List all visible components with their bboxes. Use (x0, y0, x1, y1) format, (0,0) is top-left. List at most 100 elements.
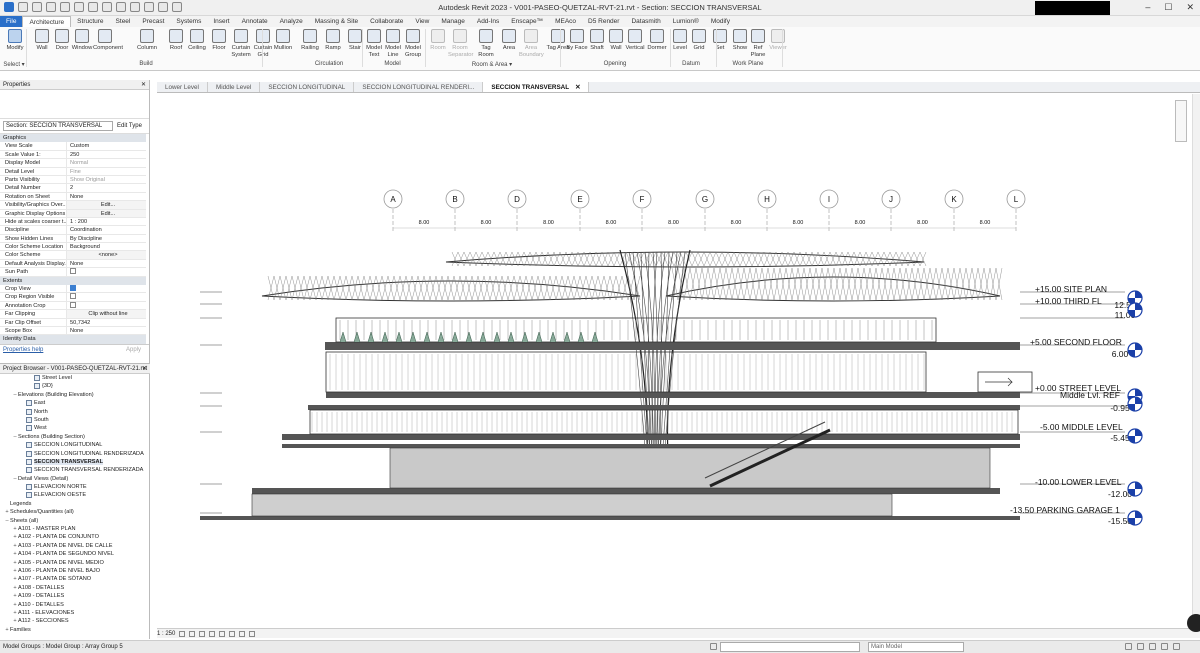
checkbox[interactable] (70, 285, 76, 292)
ribbon-button[interactable]: Curtain System (229, 29, 253, 58)
assistant-button[interactable] (1187, 614, 1200, 632)
ribbon-tab[interactable]: Enscape™ (505, 16, 549, 27)
ribbon-tab[interactable]: Collaborate (364, 16, 409, 27)
property-group[interactable]: Graphics (0, 134, 146, 143)
edit-type-button[interactable]: Edit Type (117, 123, 142, 129)
property-value[interactable]: None (66, 326, 146, 335)
property-value[interactable]: None (66, 259, 146, 268)
property-group[interactable]: Identity Data (0, 335, 146, 344)
property-value[interactable]: Fine (66, 167, 146, 175)
ribbon-button[interactable]: Modify (3, 29, 27, 52)
ribbon-button[interactable]: Area (497, 29, 521, 52)
tree-item[interactable]: SECCION TRANSVERSAL (0, 458, 150, 466)
tree-item[interactable]: South (0, 416, 150, 424)
shadows-icon[interactable] (209, 630, 216, 637)
tree-item[interactable]: Street Level (0, 374, 150, 382)
ribbon-tab[interactable]: Modify (705, 16, 736, 27)
property-value[interactable]: Show Original (66, 175, 146, 184)
property-value[interactable]: 250 (66, 150, 146, 159)
ribbon-tab[interactable]: Manage (435, 16, 471, 27)
ribbon-button[interactable]: Component (93, 29, 123, 52)
ribbon-button[interactable]: Vertical (623, 29, 647, 52)
ribbon-button[interactable]: Ramp (321, 29, 345, 52)
property-value[interactable]: None (66, 192, 146, 201)
ribbon-button[interactable]: Floor (207, 29, 231, 52)
workset-selector-blank[interactable] (720, 642, 860, 652)
ribbon-tab[interactable]: Precast (136, 16, 170, 27)
property-value[interactable]: 1 : 200 (66, 217, 146, 226)
ribbon-tab[interactable]: Lumion® (667, 16, 705, 27)
ribbon-button[interactable]: Window (70, 29, 94, 52)
tree-item[interactable]: +A103 - PLANTA DE NIVEL DE CALLE (0, 542, 150, 550)
tree-item[interactable]: +A104 - PLANTA DE SEGUNDO NIVEL (0, 550, 150, 558)
ribbon-tab[interactable]: Analyze (274, 16, 309, 27)
ribbon-button[interactable]: Dormer (645, 29, 669, 52)
tree-item[interactable]: West (0, 424, 150, 432)
tree-item[interactable]: +A109 - DETALLES (0, 592, 150, 600)
property-value[interactable]: <none> (66, 251, 146, 259)
detail-level-icon[interactable] (179, 630, 186, 637)
show-crop-icon[interactable] (229, 630, 236, 637)
minimize-icon[interactable]: – (1145, 2, 1150, 13)
property-value[interactable]: Custom (66, 142, 146, 150)
sun-path-icon[interactable] (199, 630, 206, 637)
tree-item[interactable]: –Detail Views (Detail) (0, 475, 150, 483)
tree-item[interactable]: SECCION LONGITUDINAL (0, 441, 150, 449)
ribbon-button[interactable]: Mullion (271, 29, 295, 52)
properties-help-link[interactable]: Properties help (3, 347, 43, 353)
ribbon-tab[interactable]: Massing & Site (309, 16, 364, 27)
reveal-hidden-icon[interactable] (249, 630, 256, 637)
property-value[interactable] (66, 268, 146, 276)
tree-item[interactable]: +A105 - PLANTA DE NIVEL MEDIO (0, 559, 150, 567)
tree-item[interactable]: +A112 - SECCIONES (0, 617, 150, 625)
worksharing-icon[interactable] (710, 643, 717, 650)
property-value[interactable]: 50,7342 (66, 318, 146, 326)
visual-style-icon[interactable] (189, 630, 196, 637)
workset-selector[interactable]: Main Model (868, 642, 964, 652)
ribbon-tab[interactable]: Datasmith (625, 16, 666, 27)
property-value[interactable]: Clip without line (66, 310, 146, 318)
ribbon-tab[interactable]: Insert (207, 16, 235, 27)
select-pinned-icon[interactable] (1149, 643, 1156, 650)
tree-item[interactable]: –Sections (Building Section) (0, 433, 150, 441)
ribbon-tab[interactable]: Annotate (236, 16, 274, 27)
view-scale[interactable]: 1 : 250 (157, 631, 175, 637)
view-tab[interactable]: Lower Level (157, 82, 208, 92)
tree-item[interactable]: –Sheets (all) (0, 517, 150, 525)
property-value[interactable] (66, 301, 146, 310)
temporary-hide-icon[interactable] (239, 630, 246, 637)
tree-item[interactable]: +A106 - PLANTA DE NIVEL BAJO (0, 567, 150, 575)
checkbox[interactable] (70, 301, 76, 308)
tree-item[interactable]: SECCION TRANSVERSAL RENDERIZADA (0, 466, 150, 474)
ribbon-tab[interactable]: View (409, 16, 435, 27)
select-underlay-icon[interactable] (1137, 643, 1144, 650)
ribbon-button[interactable]: Ceiling (185, 29, 209, 52)
ribbon-tab[interactable]: D5 Render (582, 16, 625, 27)
tree-item[interactable]: ELEVACION NORTE (0, 483, 150, 491)
tree-item[interactable]: Legends (0, 500, 150, 508)
property-value[interactable]: Edit... (66, 209, 146, 217)
ribbon-tab[interactable]: MEAco (549, 16, 582, 27)
view-tab[interactable]: Middle Level (208, 82, 261, 92)
property-group[interactable]: Extents (0, 276, 146, 286)
tree-item[interactable]: SECCION LONGITUDINAL RENDERIZADA (0, 450, 150, 458)
tree-item[interactable]: +Schedules/Quantities (all) (0, 508, 150, 516)
maximize-icon[interactable]: ☐ (1164, 2, 1172, 13)
property-value[interactable] (66, 285, 146, 293)
property-value[interactable]: Background (66, 243, 146, 251)
apply-button[interactable]: Apply (126, 345, 141, 355)
ribbon-tab[interactable]: Steel (110, 16, 137, 27)
view-tab[interactable]: SECCION LONGITUDINAL RENDERI... (354, 82, 484, 92)
tree-item[interactable]: +A102 - PLANTA DE CONJUNTO (0, 533, 150, 541)
tree-item[interactable]: +Families (0, 626, 150, 634)
checkbox[interactable] (70, 268, 76, 275)
ribbon-button[interactable]: Tag Room (474, 29, 498, 58)
navigation-bar[interactable] (1175, 100, 1187, 142)
property-value[interactable]: 2 (66, 184, 146, 192)
property-value[interactable]: Coordination (66, 226, 146, 234)
crop-view-icon[interactable] (219, 630, 226, 637)
ribbon-tab[interactable]: Structure (71, 16, 109, 27)
tree-item[interactable]: +A101 - MASTER PLAN (0, 525, 150, 533)
tree-item[interactable]: North (0, 408, 150, 416)
ribbon-tab[interactable]: Add-Ins (471, 16, 505, 27)
